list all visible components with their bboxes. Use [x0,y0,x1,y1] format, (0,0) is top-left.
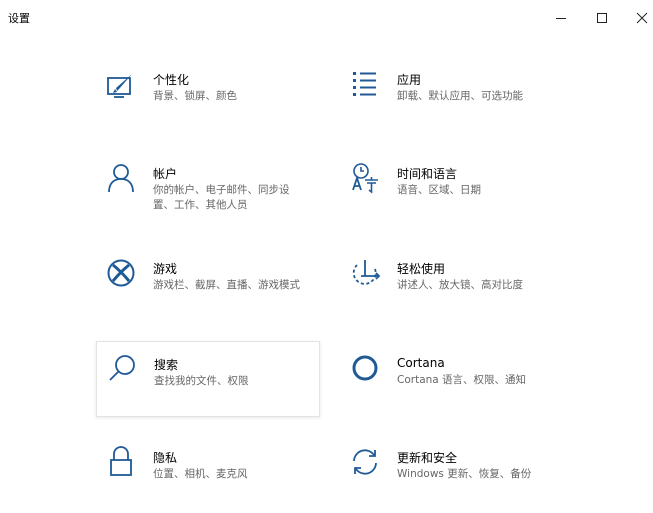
tile-name: 帐户 [153,167,178,181]
maximize-button[interactable] [582,0,622,36]
close-button[interactable] [622,0,653,36]
tile-accounts[interactable]: 帐户 你的帐户、电子邮件、同步设置、工作、其他人员 [97,152,321,228]
tile-desc: 卸载、默认应用、可选功能 [397,90,523,102]
close-icon [636,12,648,24]
lock-icon [105,446,137,478]
time-language-icon [349,162,381,194]
update-icon [349,446,381,478]
window-title: 设置 [8,12,30,25]
minimize-icon [556,18,566,19]
cortana-icon [349,352,381,384]
tile-name: 搜索 [154,358,179,372]
tile-apps[interactable]: 应用 卸载、默认应用、可选功能 [341,58,565,134]
tile-desc: 你的帐户、电子邮件、同步设置、工作、其他人员 [153,184,290,211]
tile-personalization[interactable]: 个性化 背景、锁屏、颜色 [97,58,321,134]
tile-gaming[interactable]: 游戏 游戏栏、截屏、直播、游戏模式 [97,247,321,323]
tile-name: Cortana [397,356,445,370]
maximize-icon [597,13,607,23]
tile-desc: 位置、相机、麦克风 [153,468,248,480]
tile-desc: 游戏栏、截屏、直播、游戏模式 [153,279,300,291]
tile-name: 个性化 [153,73,190,87]
tile-desc: 背景、锁屏、颜色 [153,90,237,102]
tile-name: 更新和安全 [397,451,458,465]
tile-name: 轻松使用 [397,262,446,276]
tile-ease-of-access[interactable]: 轻松使用 讲述人、放大镜、高对比度 [341,247,565,323]
xbox-icon [105,257,137,289]
tile-time-language[interactable]: 时间和语言 语音、区域、日期 [341,152,565,228]
tile-desc: Cortana 语言、权限、通知 [397,374,527,386]
accounts-icon [105,162,137,194]
tile-desc: Windows 更新、恢复、备份 [397,468,532,480]
search-icon [106,352,138,384]
minimize-button[interactable] [541,0,581,36]
tile-search[interactable]: 搜索 查找我的文件、权限 [96,341,320,417]
tile-update-security[interactable]: 更新和安全 Windows 更新、恢复、备份 [341,436,565,512]
tile-cortana[interactable]: Cortana Cortana 语言、权限、通知 [341,341,565,417]
tile-name: 时间和语言 [397,167,458,181]
tile-name: 隐私 [153,451,178,465]
tile-desc: 语音、区域、日期 [397,184,481,196]
tile-desc: 讲述人、放大镜、高对比度 [397,279,523,291]
title-bar: 设置 [0,0,653,36]
apps-icon [349,68,381,100]
tile-name: 游戏 [153,262,178,276]
settings-window: 设置 个性化 背景、锁屏、颜色 应用 卸载、默认应用、可选功能 帐户 你的帐户、… [0,0,653,513]
tile-privacy[interactable]: 隐私 位置、相机、麦克风 [97,436,321,512]
personalization-icon [105,70,137,102]
ease-of-access-icon [349,257,381,289]
tile-name: 应用 [397,73,422,87]
tile-desc: 查找我的文件、权限 [154,375,249,387]
